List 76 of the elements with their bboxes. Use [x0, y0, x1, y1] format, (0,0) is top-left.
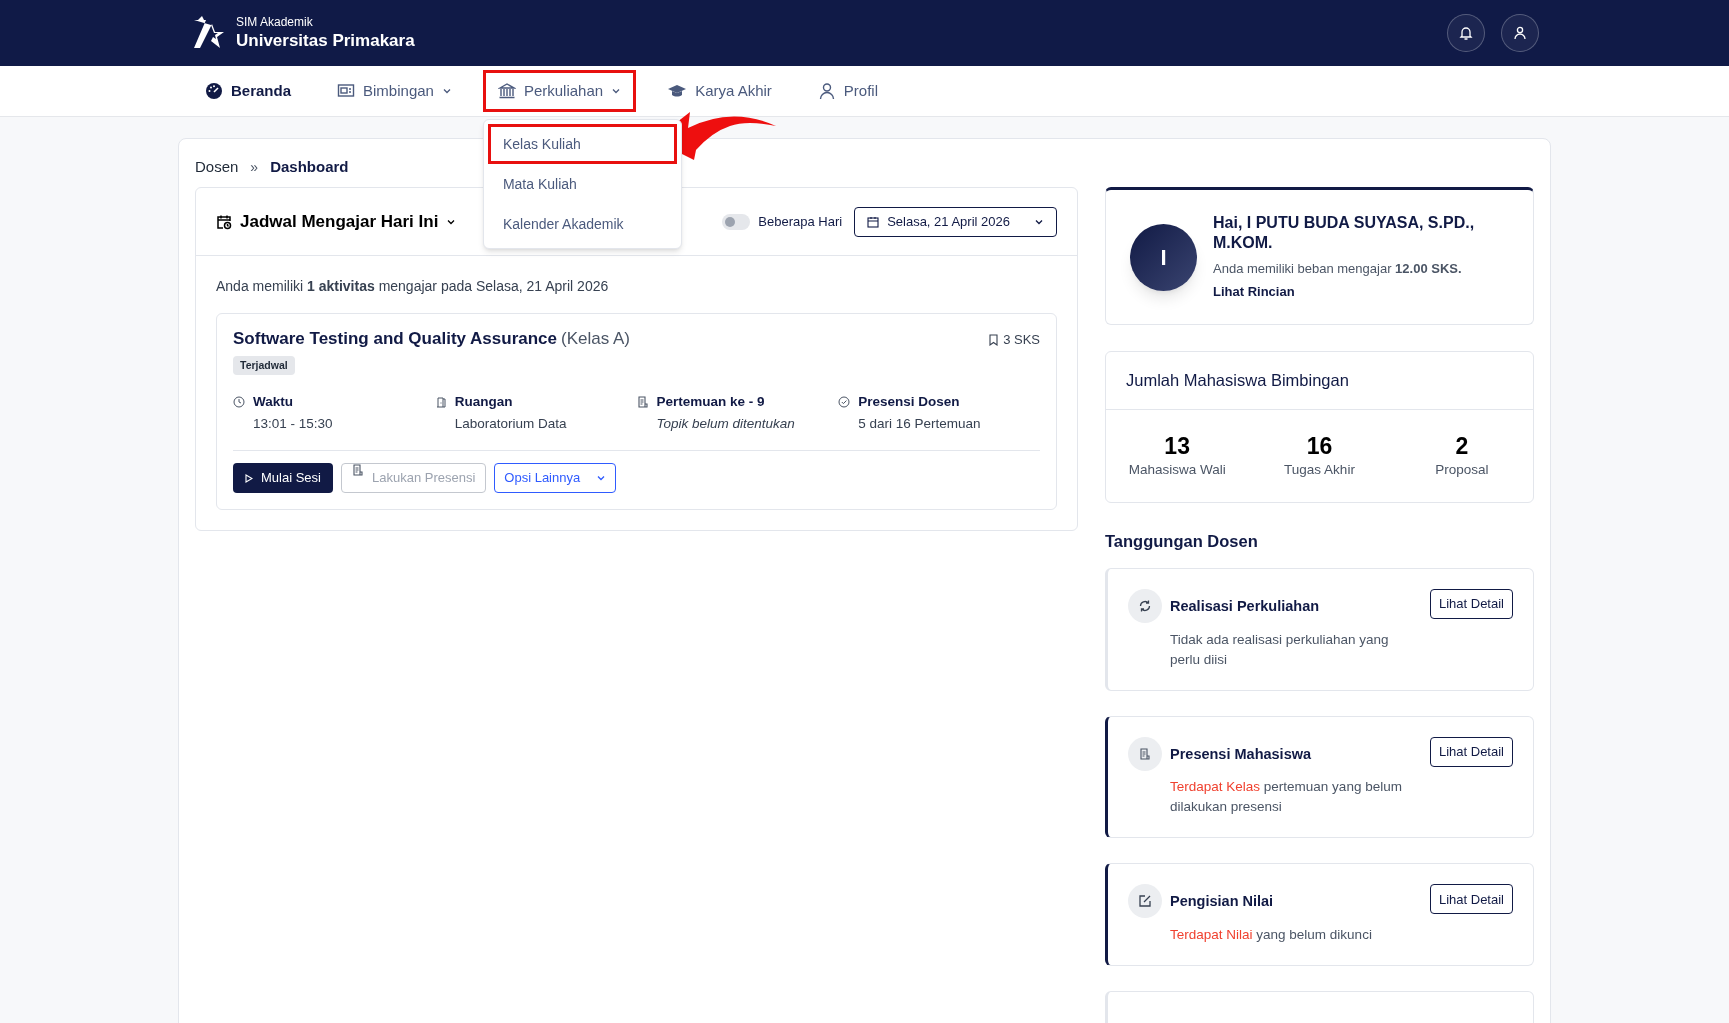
- greeting: Hai, I PUTU BUDA SUYASA, S.PD., M.KOM.: [1213, 212, 1476, 253]
- teaching-load: Anda memiliki beban mengajar 12.00 SKS.: [1213, 259, 1463, 278]
- chevron-down-icon: [596, 473, 607, 483]
- detail-label: Ruangan: [454, 392, 514, 411]
- clock-icon: [233, 395, 245, 408]
- document-icon: [1128, 736, 1162, 771]
- view-detail-button[interactable]: Lihat Detail: [1429, 736, 1513, 767]
- nav-tab[interactable]: Beranda: [190, 70, 307, 112]
- stat-value: 2: [1455, 431, 1469, 461]
- person-icon: [817, 82, 836, 100]
- duty-title: Presensi Mahasiswa: [1170, 744, 1313, 764]
- presentation-board-icon: [337, 82, 356, 100]
- stat-label: Tugas Akhir: [1284, 461, 1355, 480]
- detail-value: 5 dari 16 Pertemuan: [858, 414, 981, 433]
- play-icon: [245, 473, 253, 483]
- refresh-icon: [1128, 588, 1162, 623]
- check-circle-icon: [838, 395, 851, 408]
- duty-description: Tidak ada realisasi perkuliahan yang perlu diisi: [1170, 630, 1390, 669]
- bell-icon: [1458, 25, 1474, 41]
- chevron-down-icon: [611, 86, 622, 96]
- breadcrumb-separator: »: [250, 157, 259, 177]
- calendar-icon: [867, 215, 880, 228]
- class-name: (Kelas A): [561, 328, 630, 350]
- view-detail-button[interactable]: Lihat Detail: [1429, 588, 1513, 619]
- app-name: SIM Akademik: [236, 14, 314, 30]
- calendar-clock-icon: [216, 213, 232, 230]
- toggle-label: Beberapa Hari: [758, 212, 843, 231]
- status-badge: Terjadwal: [233, 355, 295, 376]
- university-name: Universitas Primakara: [236, 29, 415, 52]
- section-title: Tanggungan Dosen: [1105, 531, 1259, 552]
- user-icon: [1512, 25, 1528, 41]
- course-title: Software Testing and Quality Assurance: [233, 328, 558, 350]
- menu-item[interactable]: Mata Kuliah: [487, 164, 677, 204]
- stat-value: 16: [1306, 431, 1333, 461]
- credits-label: 3 SKS: [1003, 331, 1040, 349]
- duty-description: Terdapat Kelas pertemuan yang belum dilakukan presensi: [1170, 778, 1403, 817]
- edit-icon: [1128, 884, 1162, 919]
- detail-label: Pertemuan ke - 9: [656, 392, 766, 411]
- stat-label: Proposal: [1435, 461, 1489, 480]
- chevron-down-icon: [441, 86, 452, 96]
- details-link[interactable]: Lihat Rincian: [1213, 282, 1509, 302]
- door-icon: [434, 395, 447, 408]
- nav-tab[interactable]: Profil: [802, 70, 894, 112]
- document-icon: [636, 395, 649, 408]
- stat-value: 13: [1164, 431, 1190, 461]
- nav-tab[interactable]: Karya Akhir: [652, 70, 787, 112]
- schedule-title-dropdown[interactable]: Jadwal Mengajar Hari Ini: [216, 208, 457, 235]
- detail-value: Laboratorium Data: [454, 414, 567, 433]
- duty-description: Terdapat Nilai yang belum dikunci: [1170, 926, 1373, 944]
- card-title: Jumlah Mahasiswa Bimbingan: [1126, 370, 1349, 392]
- duty-title: Realisasi Perkuliahan: [1170, 596, 1321, 616]
- notification-button[interactable]: [1447, 14, 1485, 52]
- menu-item[interactable]: Kalender Akademik: [487, 204, 677, 244]
- detail-value: 13:01 - 15:30: [253, 414, 333, 433]
- bookmark-icon: [988, 333, 1000, 346]
- stat-label: Mahasiswa Wali: [1128, 461, 1226, 480]
- view-detail-button[interactable]: Lihat Detail: [1429, 884, 1513, 915]
- more-options-dropdown[interactable]: Opsi Lainnya: [494, 463, 617, 493]
- breadcrumb-link[interactable]: Dosen: [195, 155, 239, 179]
- avatar: I: [1130, 223, 1197, 291]
- toggle-switch[interactable]: [722, 213, 751, 230]
- nav-tab[interactable]: Perkuliahan: [482, 70, 637, 112]
- detail-label: Waktu: [253, 392, 294, 411]
- gauge-icon: [205, 82, 223, 100]
- menu-item[interactable]: Kelas Kuliah: [487, 124, 677, 164]
- start-session-button[interactable]: Mulai Sesi: [233, 463, 333, 493]
- account-button[interactable]: [1501, 14, 1539, 52]
- activity-summary: Anda memiliki 1 aktivitas mengajar pada Selasa, 21 April 2026: [216, 277, 610, 296]
- date-picker-button[interactable]: Selasa, 21 April 2026: [854, 206, 1057, 237]
- duty-title: Pengisian Nilai: [1170, 892, 1275, 912]
- detail-label: Presensi Dosen: [858, 392, 961, 411]
- detail-value: Topik belum ditentukan: [656, 414, 795, 433]
- breadcrumb-link[interactable]: Dashboard: [270, 155, 349, 179]
- document-icon: [351, 464, 364, 476]
- bank-icon: [497, 82, 516, 100]
- nav-tab[interactable]: Bimbingan: [322, 70, 467, 112]
